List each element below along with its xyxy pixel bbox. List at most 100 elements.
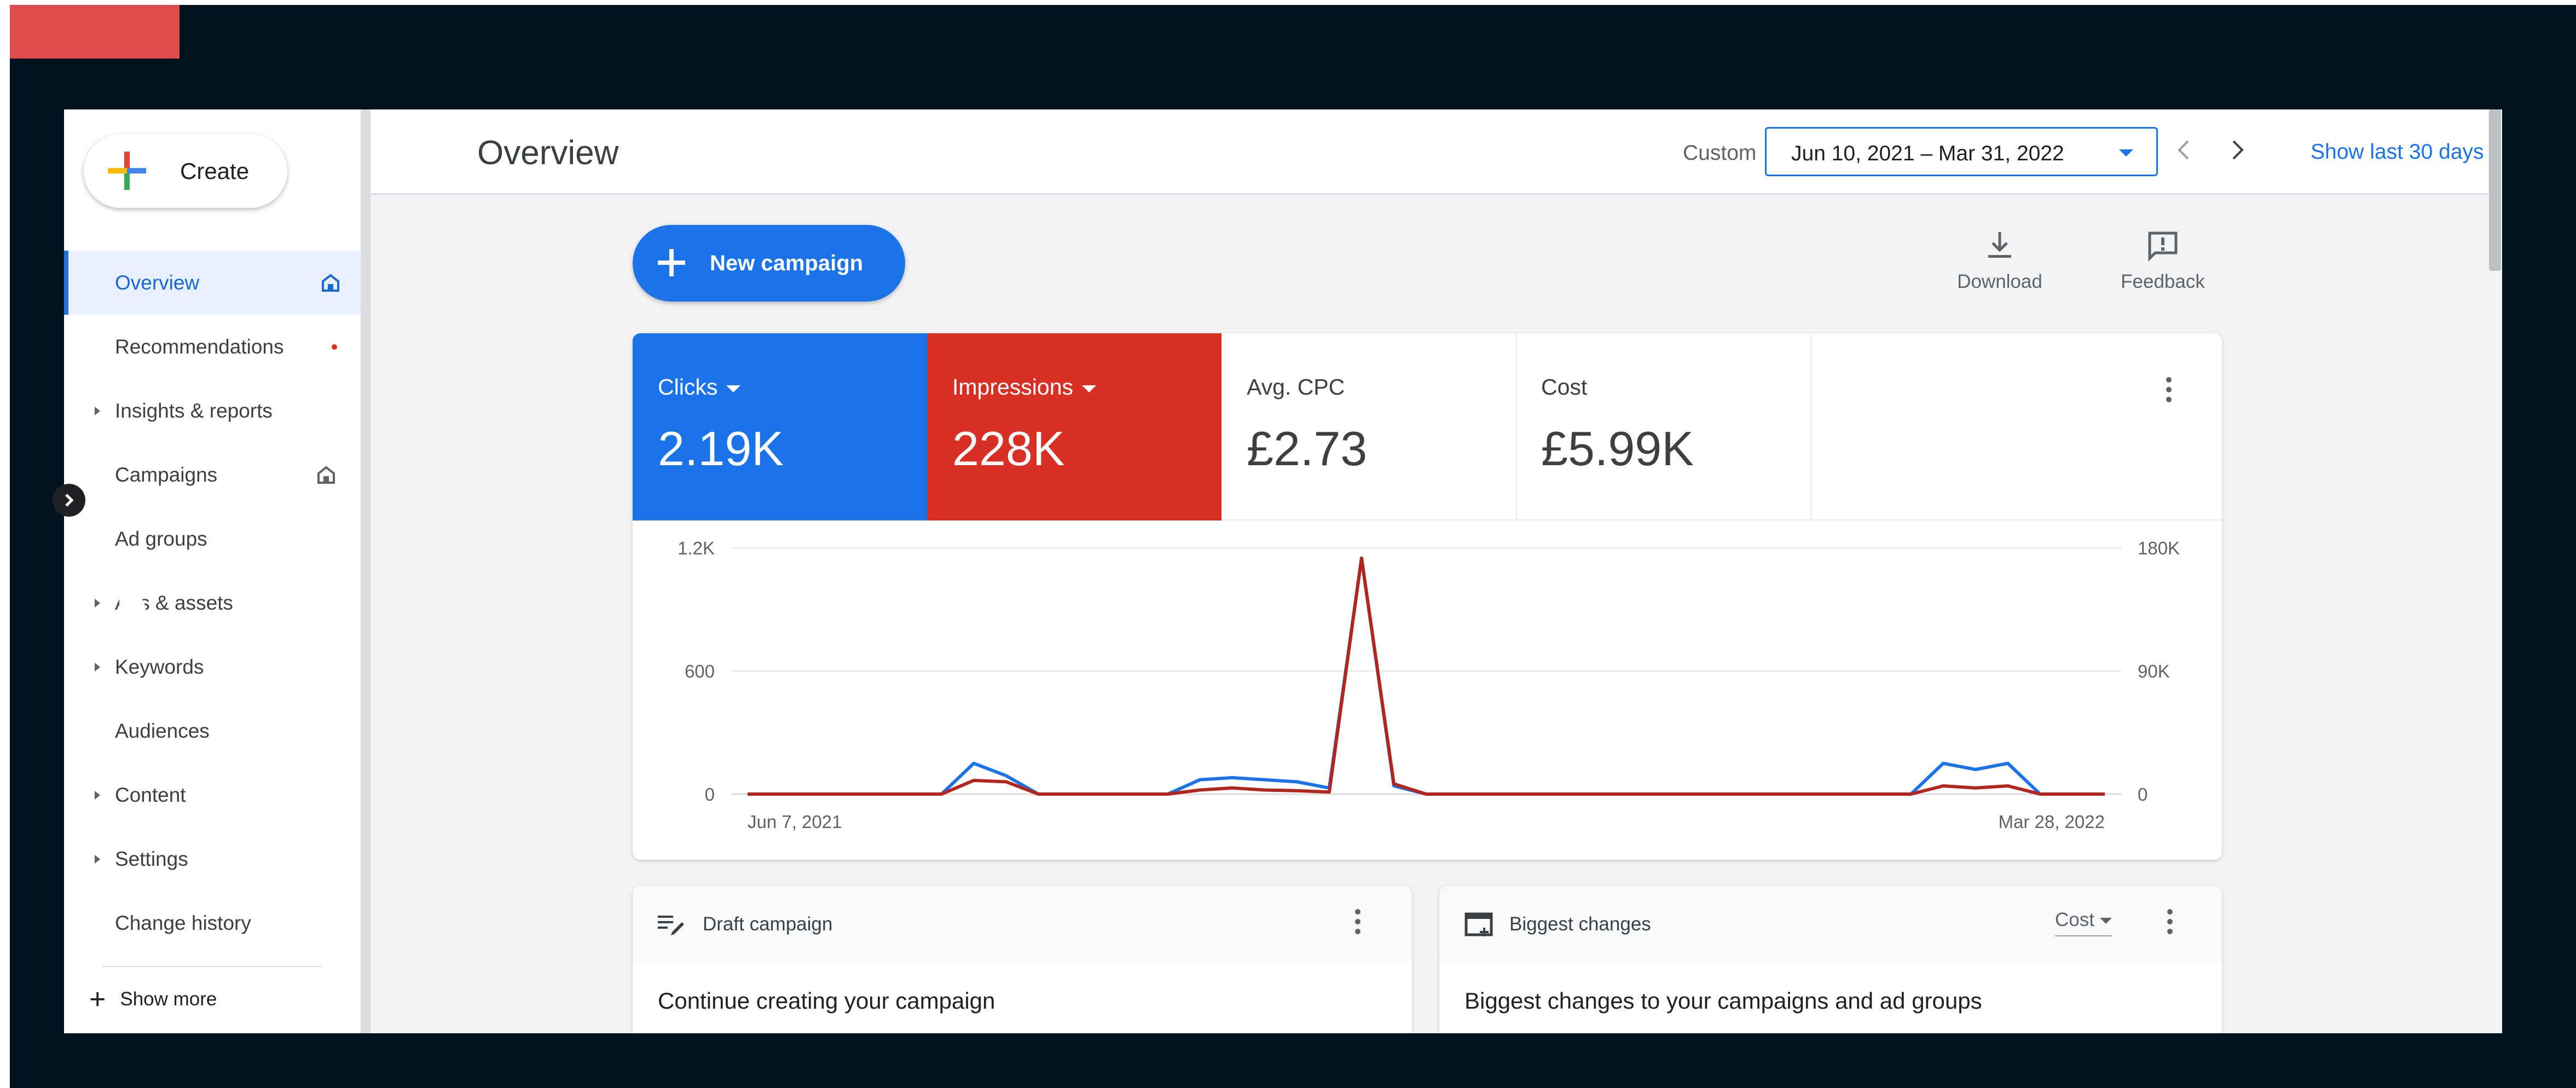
more-options-icon[interactable]	[1355, 909, 1362, 939]
plus-icon	[658, 249, 685, 276]
sidebar-item-campaigns[interactable]: Campaigns	[64, 443, 361, 507]
new-campaign-label: New campaign	[710, 251, 864, 275]
sidebar-item-overview[interactable]: Overview	[64, 251, 361, 315]
sidebar-item-label: Content	[115, 783, 186, 806]
sidebar-item-insights-reports[interactable]: Insights & reports	[64, 379, 361, 443]
x-tick-label: Mar 28, 2022	[1999, 812, 2105, 832]
plus-icon	[108, 152, 146, 190]
y-right-tick-label: 90K	[2138, 661, 2170, 681]
dropdown-arrow-icon	[1082, 385, 1097, 392]
y-right-tick-label: 0	[2138, 784, 2147, 805]
show-last-30-days-link[interactable]: Show last 30 days	[2311, 140, 2484, 164]
chevron-left-icon[interactable]	[2168, 134, 2201, 166]
card-body-text[interactable]: Biggest changes to your campaigns and ad…	[1464, 988, 1982, 1014]
sidebar-item-keywords[interactable]: Keywords	[64, 635, 361, 699]
create-button[interactable]: Create	[84, 134, 287, 208]
caret-right-icon	[95, 790, 100, 800]
chevron-right-icon	[65, 494, 74, 507]
new-campaign-button[interactable]: New campaign	[633, 225, 905, 302]
series-line-impressions	[748, 556, 2105, 796]
sidebar-item-content[interactable]: Content	[64, 763, 361, 827]
tile-divider	[1810, 333, 1811, 520]
card-title: Biggest changes	[1509, 913, 1651, 935]
expand-panel-button[interactable]	[53, 484, 85, 517]
dropdown-arrow-icon	[2099, 918, 2112, 924]
sidebar-item-label: Change history	[115, 911, 251, 934]
metric-dropdown[interactable]: Cost	[2055, 909, 2112, 936]
y-left-tick-label: 0	[705, 784, 715, 805]
sidebar-item-label: Audiences	[115, 719, 210, 742]
page-header: Overview Custom Jun 10, 2021 – Mar 31, 2…	[371, 109, 2502, 195]
card-body-text[interactable]: Continue creating your campaign	[658, 988, 995, 1014]
more-options-icon[interactable]	[2166, 377, 2173, 407]
metric-tile-clicks[interactable]: Clicks 2.19K	[633, 333, 927, 520]
edit-note-icon	[658, 916, 684, 935]
sidebar-item-ad-groups[interactable]: Ad groups	[64, 507, 361, 571]
date-mode-label: Custom	[1683, 141, 1757, 165]
card-title: Draft campaign	[703, 913, 833, 935]
metric-label: Clicks	[658, 374, 741, 400]
dropdown-arrow-icon	[2119, 149, 2133, 157]
sidebar-item-label: Ad groups	[115, 527, 207, 550]
sidebar-resize-handle[interactable]	[361, 109, 371, 1033]
ads-app-window: Create Overview Recommendations Insights…	[64, 109, 2502, 1033]
download-icon	[1988, 232, 2011, 258]
show-more-label: Show more	[120, 988, 217, 1010]
caret-right-icon	[95, 662, 100, 672]
caret-right-icon	[95, 854, 100, 864]
metric-label: Cost	[1541, 374, 1588, 400]
card-header: Draft campaign	[633, 886, 1412, 962]
sidebar-item-change-history[interactable]: Change history	[64, 891, 361, 955]
sidebar: Create Overview Recommendations Insights…	[64, 109, 371, 1033]
page-title: Overview	[477, 134, 619, 172]
metric-value: £5.99K	[1541, 421, 1694, 476]
feedback-icon	[2148, 232, 2178, 262]
metric-value: 2.19K	[658, 421, 784, 476]
recording-indicator	[10, 5, 180, 59]
series-line-clicks	[748, 556, 2105, 796]
y-right-tick-label: 180K	[2138, 538, 2180, 558]
sidebar-nav: Overview Recommendations Insights & repo…	[64, 251, 361, 955]
metric-tile-avg-cpc[interactable]: Avg. CPC £2.73	[1222, 333, 1516, 520]
sidebar-item-label: Insights & reports	[115, 399, 273, 422]
metric-value: 228K	[952, 421, 1065, 476]
sidebar-item-label: Campaigns	[115, 463, 218, 486]
show-more-button[interactable]: + Show more	[89, 985, 217, 1014]
metric-tile-cost[interactable]: Cost £5.99K	[1516, 333, 1810, 520]
x-tick-label: Jun 7, 2021	[748, 812, 842, 832]
feedback-button[interactable]: Feedback	[2114, 230, 2212, 293]
home-icon	[317, 465, 335, 484]
y-left-tick-label: 600	[685, 661, 715, 681]
download-label: Download	[1957, 271, 2042, 292]
sidebar-item-audiences[interactable]: Audiences	[64, 699, 361, 763]
sidebar-divider-line	[102, 966, 321, 967]
sidebar-item-settings[interactable]: Settings	[64, 827, 361, 891]
download-button[interactable]: Download	[1956, 230, 2044, 293]
card-header: Biggest changes Cost	[1439, 886, 2222, 962]
biggest-changes-card: Biggest changes Cost Biggest changes to …	[1439, 886, 2222, 1033]
sidebar-item-ads-assets[interactable]: Ads & assets	[64, 571, 361, 635]
metric-label: Avg. CPC	[1247, 374, 1345, 400]
sidebar-item-label: Overview	[115, 271, 200, 294]
date-range-value: Jun 10, 2021 – Mar 31, 2022	[1791, 142, 2064, 165]
plus-icon: +	[89, 983, 106, 1015]
home-icon	[322, 273, 339, 292]
sidebar-item-label: Keywords	[115, 655, 204, 678]
metric-tile-impressions[interactable]: Impressions 228K	[927, 333, 1222, 520]
scrollbar-thumb[interactable]	[2489, 109, 2501, 271]
caret-right-icon	[95, 406, 100, 415]
notification-dot	[332, 344, 337, 350]
create-label: Create	[180, 158, 250, 184]
sidebar-item-label: Recommendations	[115, 335, 284, 358]
tile-divider	[1516, 333, 1517, 520]
date-range-select[interactable]: Jun 10, 2021 – Mar 31, 2022	[1765, 127, 2158, 176]
chevron-right-icon[interactable]	[2220, 134, 2253, 166]
sidebar-item-recommendations[interactable]: Recommendations	[64, 315, 361, 379]
performance-card: Clicks 2.19K Impressions 228K Avg. CPC £…	[633, 333, 2222, 860]
draft-campaign-card: Draft campaign Continue creating your ca…	[633, 886, 1412, 1033]
y-left-tick-label: 1.2K	[678, 538, 715, 558]
more-options-icon[interactable]	[2167, 909, 2174, 939]
feedback-label: Feedback	[2121, 271, 2205, 292]
metric-label: Impressions	[952, 374, 1097, 400]
sidebar-item-label: Settings	[115, 847, 188, 870]
